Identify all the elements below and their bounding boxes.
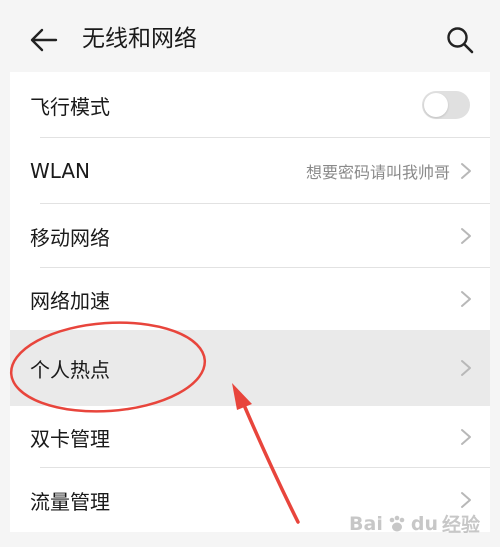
chevron-right-icon (461, 291, 471, 307)
search-button[interactable] (444, 24, 476, 56)
setting-label: WLAN (30, 159, 91, 183)
search-icon (447, 27, 474, 54)
setting-label: 飞行模式 (30, 94, 110, 119)
back-button[interactable] (26, 24, 62, 56)
chevron-right-icon (461, 163, 471, 179)
arrow-left-icon (30, 28, 58, 52)
setting-row-personal-hotspot[interactable]: 个人热点 (10, 330, 490, 406)
setting-row-airplane-mode[interactable]: 飞行模式 (10, 72, 490, 138)
settings-screen: 无线和网络 飞行模式 WLAN 想要密码请叫我帅哥 移动网络 网络加速 个人热点… (0, 0, 500, 547)
chevron-right-icon (461, 228, 471, 244)
chevron-right-icon (461, 360, 471, 376)
paw-icon (389, 515, 405, 531)
watermark-brand: Bai (349, 512, 383, 535)
chevron-right-icon (461, 492, 471, 508)
setting-label: 双卡管理 (30, 426, 110, 451)
airplane-mode-toggle[interactable] (422, 91, 470, 119)
setting-row-network-boost[interactable]: 网络加速 (10, 268, 490, 330)
watermark-suffix: 经验 (441, 514, 480, 536)
setting-row-mobile-network[interactable]: 移动网络 (10, 204, 490, 268)
wlan-network-name: 想要密码请叫我帅哥 (305, 163, 450, 182)
top-app-bar: 无线和网络 (0, 0, 500, 80)
chevron-right-icon (461, 429, 471, 445)
setting-label: 个人热点 (30, 357, 110, 382)
toggle-knob (424, 93, 448, 117)
setting-label: 流量管理 (30, 489, 110, 514)
setting-row-wlan[interactable]: WLAN 想要密码请叫我帅哥 (10, 138, 490, 204)
setting-row-dual-sim[interactable]: 双卡管理 (10, 406, 490, 468)
baidu-jingyan-watermark: Bai du 经验 (349, 510, 480, 537)
page-title: 无线和网络 (82, 26, 197, 52)
setting-label: 网络加速 (30, 288, 110, 313)
setting-label: 移动网络 (30, 225, 110, 250)
watermark-brand-2: du (410, 512, 438, 535)
